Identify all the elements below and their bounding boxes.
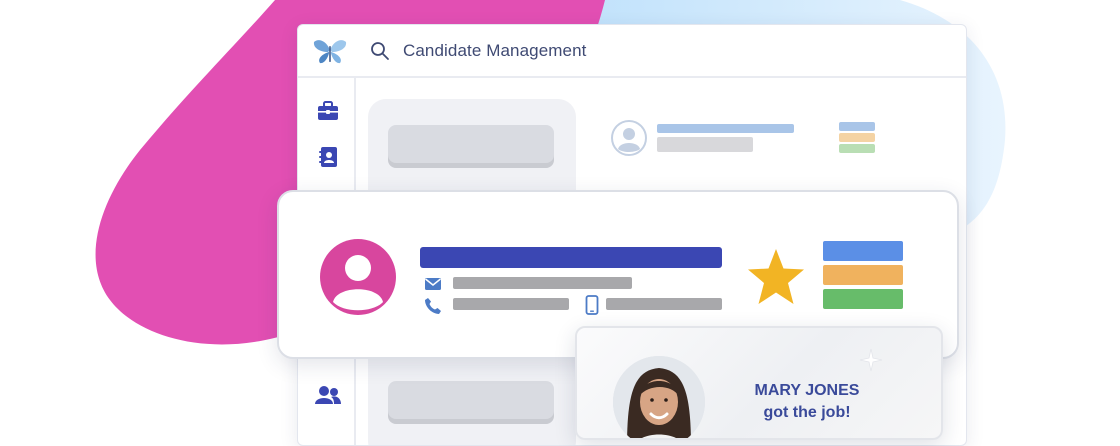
mail-icon bbox=[425, 278, 441, 290]
mobile-icon bbox=[585, 295, 599, 315]
status-text: got the job! bbox=[763, 404, 851, 421]
sparkle-icon bbox=[859, 348, 883, 372]
mobile-line bbox=[606, 298, 722, 310]
status-tag bbox=[839, 122, 875, 131]
phone-icon bbox=[425, 298, 441, 314]
top-bar: Candidate Management bbox=[298, 25, 966, 78]
email-line bbox=[453, 277, 632, 289]
status-tag bbox=[839, 144, 875, 153]
search-icon[interactable] bbox=[370, 41, 390, 61]
candidate-name-bar bbox=[420, 247, 722, 268]
user-avatar-icon bbox=[611, 120, 647, 156]
status-tag-orange[interactable] bbox=[823, 265, 903, 285]
status-tag bbox=[839, 133, 875, 142]
status-tag-green[interactable] bbox=[823, 289, 903, 309]
briefcase-icon[interactable] bbox=[317, 100, 339, 122]
placeholder-card bbox=[388, 125, 554, 163]
candidate-photo bbox=[613, 356, 705, 438]
page-title: Candidate Management bbox=[403, 40, 587, 60]
success-notification: MARY JONES got the job! bbox=[575, 326, 943, 440]
user-avatar-icon bbox=[320, 239, 396, 315]
name-line bbox=[657, 124, 794, 133]
placeholder-card bbox=[388, 381, 554, 419]
detail-line bbox=[657, 137, 753, 152]
notification-message: MARY JONES got the job! bbox=[727, 380, 887, 424]
candidate-name: MARY JONES bbox=[754, 382, 860, 399]
phone-line bbox=[453, 298, 569, 310]
butterfly-logo bbox=[313, 39, 347, 63]
status-tag-blue[interactable] bbox=[823, 241, 903, 261]
address-book-icon[interactable] bbox=[317, 146, 339, 168]
star-icon[interactable] bbox=[745, 246, 807, 308]
users-icon[interactable] bbox=[314, 384, 342, 406]
